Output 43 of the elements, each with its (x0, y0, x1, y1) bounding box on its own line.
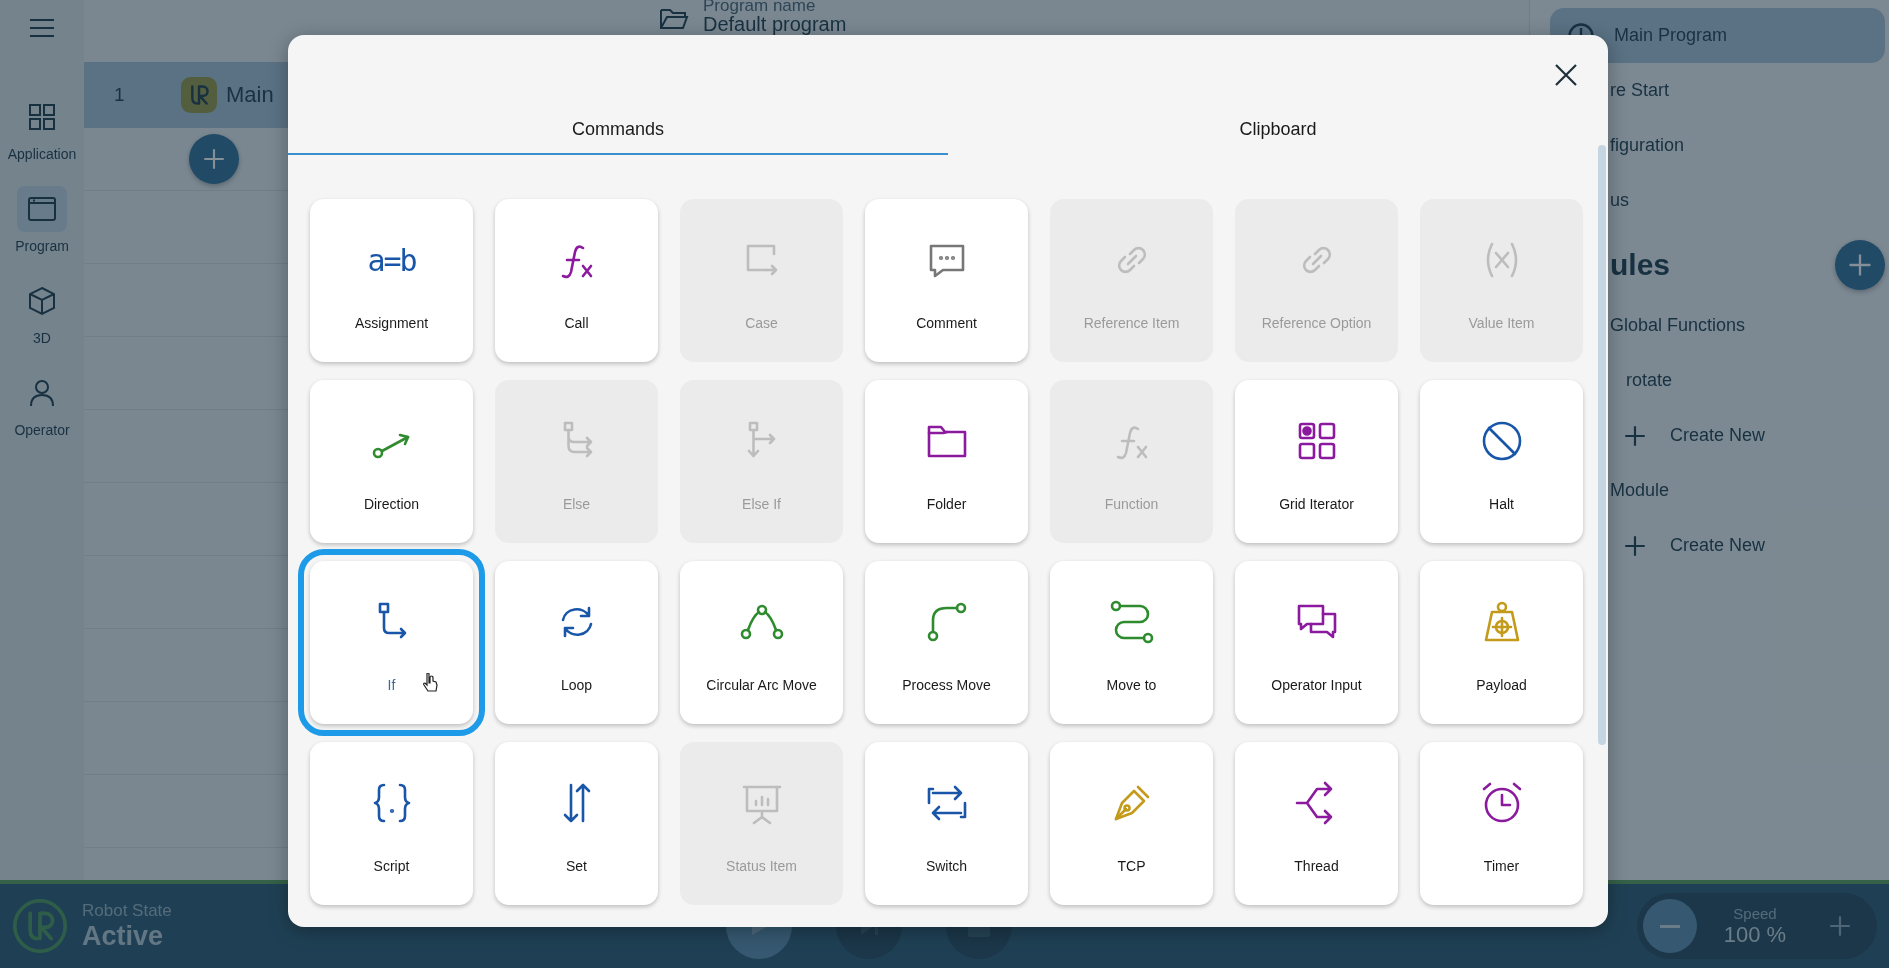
command-tile[interactable]: Script (310, 742, 473, 905)
folder-icon (659, 6, 689, 32)
command-tile[interactable]: Circular Arc Move (680, 561, 843, 724)
command-tile[interactable]: a=b Assignment (310, 199, 473, 362)
tab[interactable]: Commands (288, 95, 948, 155)
grid-icon (26, 101, 58, 133)
command-tile[interactable]: TCP (1050, 742, 1213, 905)
command-tile[interactable]: Loop (495, 561, 658, 724)
command-tile[interactable]: Halt (1420, 380, 1583, 543)
add-button[interactable] (1835, 240, 1885, 290)
cursor-icon (422, 673, 438, 695)
menu-icon (29, 18, 55, 38)
group-label: Module (1609, 479, 1671, 502)
program-name: Default program (703, 14, 847, 34)
program-name-label: Program name (703, 0, 817, 14)
command-tile[interactable]: Grid Iterator (1235, 380, 1398, 543)
command-tile[interactable]: Timer (1420, 742, 1583, 905)
command-tile[interactable]: Process Move (865, 561, 1028, 724)
logo-icon (12, 898, 68, 954)
command-tile[interactable]: Set (495, 742, 658, 905)
command-tile[interactable]: Folder (865, 380, 1028, 543)
robot-state: Active (82, 920, 165, 952)
minus-icon (1660, 924, 1680, 928)
clock-icon (1568, 23, 1594, 36)
speed-value: 100 % (1723, 921, 1787, 948)
command-tile[interactable]: Thread (1235, 742, 1398, 905)
command-tile[interactable]: Operator Input (1235, 561, 1398, 724)
command-tile[interactable]: Call (495, 199, 658, 362)
decrease-button[interactable] (1643, 899, 1697, 953)
command-tile[interactable]: Direction (310, 380, 473, 543)
plus-icon (201, 146, 227, 172)
close-icon (1554, 63, 1578, 87)
logo-icon (180, 76, 218, 114)
cube-icon (26, 285, 58, 317)
scrollbar[interactable] (1598, 145, 1606, 745)
speed-label: Speed (1733, 904, 1777, 922)
plus-icon (1827, 913, 1853, 939)
command-tile[interactable]: Switch (865, 742, 1028, 905)
command-tile[interactable]: Comment (865, 199, 1028, 362)
command-tile[interactable]: Move to (1050, 561, 1213, 724)
command-tile[interactable]: Payload (1420, 561, 1583, 724)
section-title: ules (1610, 248, 1671, 282)
add-button[interactable] (189, 134, 239, 184)
